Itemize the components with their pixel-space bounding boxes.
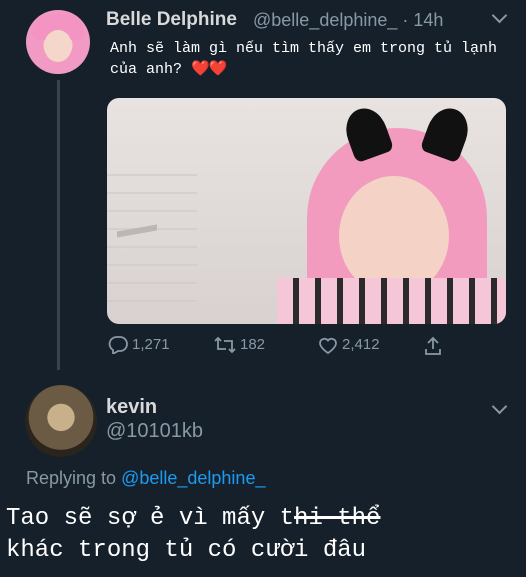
- tweet-caption-text: Anh sẽ làm gì nếu tìm thấy em trong tủ l…: [110, 40, 498, 78]
- reply-author-name[interactable]: kevin: [106, 396, 157, 419]
- chevron-down-icon[interactable]: [491, 7, 508, 24]
- replying-to-handle-link[interactable]: @belle_delphine_: [121, 468, 265, 488]
- replying-to-line: Replying to @belle_delphine_: [26, 468, 265, 489]
- heart-icon: [319, 337, 337, 355]
- replying-to-prefix: Replying to: [26, 468, 117, 488]
- reply-caption-strikethrough: hi thể: [294, 505, 381, 532]
- share-icon: [425, 336, 441, 355]
- retweet-action[interactable]: 182: [214, 336, 265, 354]
- heart-emoji-icon: ❤️❤️: [191, 61, 227, 78]
- belle-delphine-avatar[interactable]: [26, 10, 90, 74]
- kevin-avatar[interactable]: [25, 385, 97, 457]
- tweet-author-handle[interactable]: @belle_delphine_ · 14h: [253, 10, 443, 31]
- reply-icon: [108, 336, 128, 355]
- photo-fridge-wall: [107, 158, 197, 318]
- thread-connector-line: [57, 80, 60, 370]
- avatar-face: [44, 30, 72, 62]
- reply-action[interactable]: 1,271: [108, 336, 170, 355]
- reply-author-handle[interactable]: @10101kb: [106, 420, 203, 443]
- retweet-icon: [214, 336, 236, 354]
- share-action[interactable]: [424, 336, 446, 356]
- chevron-down-icon[interactable]: [491, 398, 508, 415]
- photo-striped-shirt: [277, 278, 506, 324]
- tweet-caption: Anh sẽ làm gì nếu tìm thấy em trong tủ l…: [110, 38, 500, 80]
- reply-caption-part2: khác trong tủ có cười đâu: [6, 537, 367, 564]
- tweet-photo[interactable]: [107, 98, 506, 324]
- tweet-author-name[interactable]: Belle Delphine: [106, 9, 237, 31]
- like-action[interactable]: 2,412: [318, 336, 380, 355]
- reply-caption-part1: Tao sẽ sợ ẻ vì mấy t: [6, 505, 295, 532]
- reply-count: 1,271: [132, 336, 170, 353]
- retweet-count: 182: [240, 336, 266, 353]
- reply-caption: Tao sẽ sợ ẻ vì mấy thi thể khác trong tủ…: [6, 503, 526, 567]
- like-count: 2,412: [342, 336, 380, 353]
